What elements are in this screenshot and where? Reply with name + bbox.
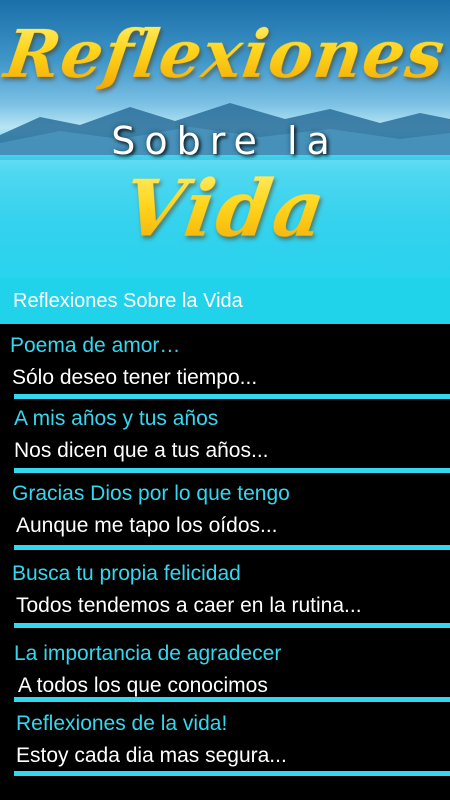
list-divider — [14, 697, 450, 702]
list-item-title: Busca tu propia felicidad — [12, 562, 241, 585]
list-item-title: A mis años y tus años — [14, 407, 219, 430]
list-item-title: Reflexiones de la vida! — [16, 712, 228, 735]
list-item[interactable]: A mis años y tus años Nos dicen que a tu… — [0, 405, 450, 477]
list-divider — [14, 623, 450, 628]
list-item-snippet: Nos dicen que a tus años... — [14, 439, 269, 462]
list-divider — [14, 394, 450, 399]
banner-title-sobre-la: Sobre la — [111, 119, 339, 163]
list-item-title: La importancia de agradecer — [14, 642, 282, 665]
list-item-snippet: Sólo deseo tener tiempo... — [12, 366, 258, 389]
list-item-snippet: Estoy cada dia mas segura... — [16, 744, 287, 767]
list-divider — [14, 545, 450, 550]
list-item-snippet: A todos los que conocimos — [18, 674, 268, 697]
app-bar: Reflexiones Sobre la Vida — [0, 278, 450, 324]
list-item-snippet: Todos tendemos a caer en la rutina... — [16, 594, 362, 617]
app-bar-title: Reflexiones Sobre la Vida — [13, 290, 243, 312]
list-item-title: Poema de amor… — [10, 334, 181, 357]
list-divider — [14, 771, 450, 776]
header-banner: Reflexiones Sobre la Vida — [0, 0, 450, 278]
list-item[interactable]: Gracias Dios por lo que tengo Aunque me … — [0, 480, 450, 552]
list-item-title: Gracias Dios por lo que tengo — [12, 482, 290, 505]
banner-title-reflexiones: Reflexiones — [0, 14, 450, 94]
reflections-list: Poema de amor… Sólo deseo tener tiempo..… — [0, 324, 450, 800]
banner-title-vida: Vida — [0, 160, 450, 260]
list-item-snippet: Aunque me tapo los oídos... — [16, 514, 278, 537]
list-item[interactable]: Busca tu propia felicidad Todos tendemos… — [0, 560, 450, 632]
list-divider — [14, 468, 450, 473]
